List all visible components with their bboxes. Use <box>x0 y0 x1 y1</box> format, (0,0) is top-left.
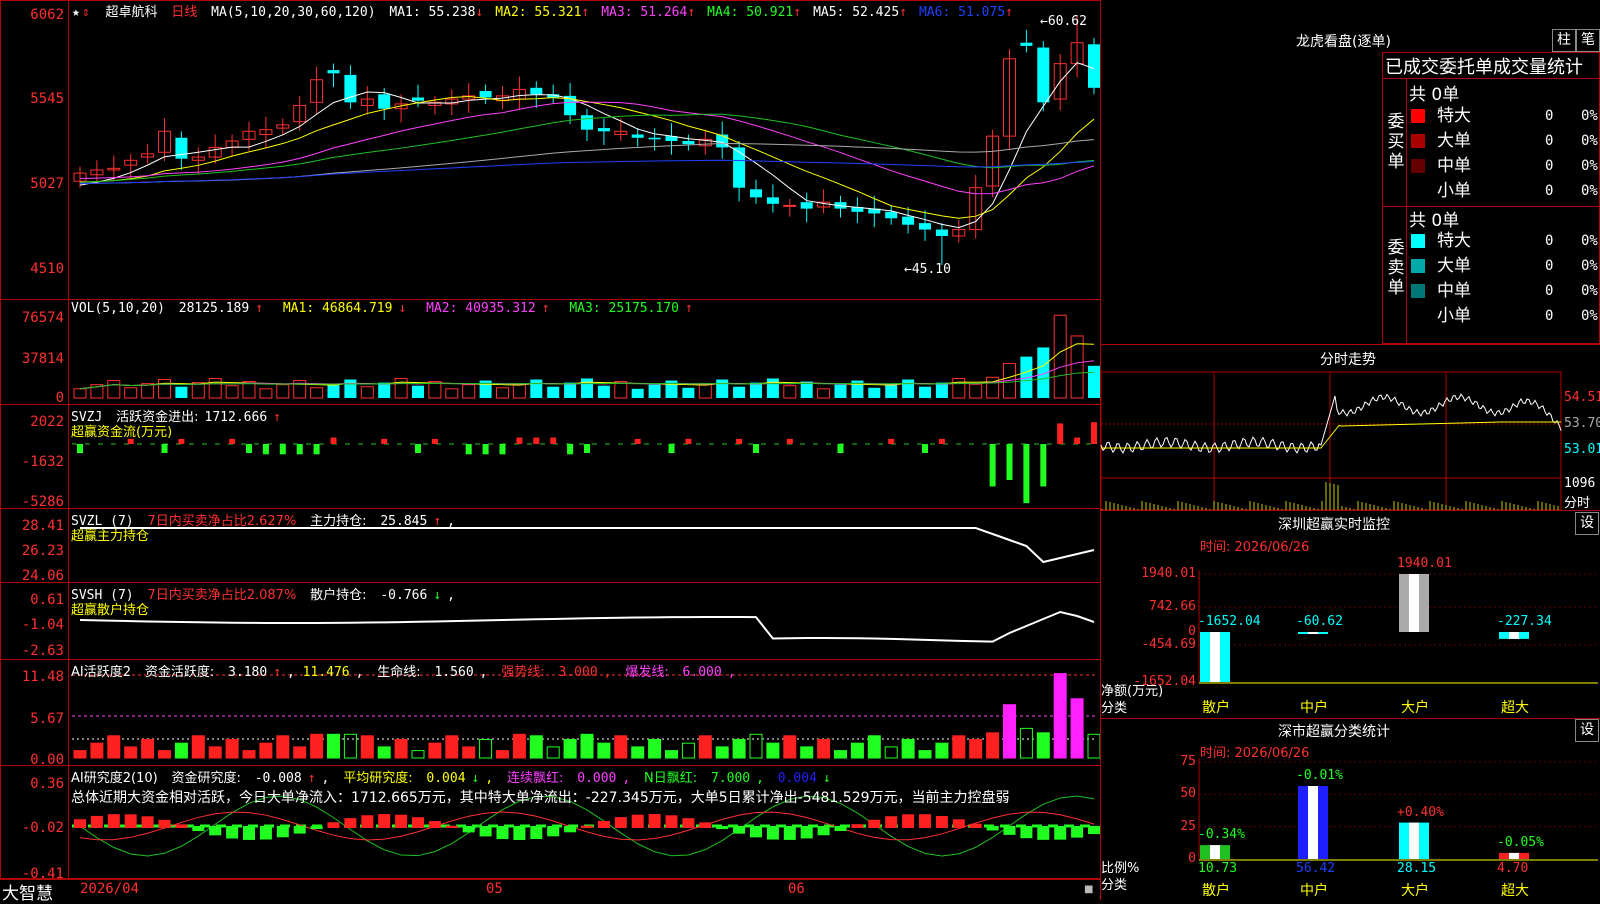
sz-value-label: 1940.01 <box>1397 556 1452 571</box>
class-y-tick: 0 <box>1188 851 1196 866</box>
class-change-label: +0.40% <box>1397 804 1444 820</box>
sz-y-tick: 742.66 <box>1149 599 1196 614</box>
class-category-label: 中户 <box>1300 883 1328 899</box>
sz-category-label: 散户 <box>1202 700 1230 716</box>
class-value-label: 10.73 <box>1198 861 1238 876</box>
class-bar-highlight <box>1509 852 1519 859</box>
class-bar-highlight <box>1308 786 1318 859</box>
class-change-label: -0.05% <box>1497 834 1544 850</box>
sz-y-tick: -454.69 <box>1141 637 1196 652</box>
sz-value-label: -1652.04 <box>1198 614 1261 629</box>
class-y-tick: 25 <box>1180 818 1196 834</box>
class-change-label: -0.34% <box>1198 827 1245 843</box>
sz-y-tick: -1652.04 <box>1133 674 1196 689</box>
class-bar-中户 <box>1298 786 1328 859</box>
sz-y-tick: 1940.01 <box>1141 566 1196 581</box>
sz-category-label: 中户 <box>1300 700 1328 716</box>
class-change-label: -0.01% <box>1296 768 1343 784</box>
class-y-tick: 50 <box>1180 786 1196 802</box>
class-bar-超大 <box>1499 852 1529 859</box>
class-bar-highlight <box>1409 822 1419 859</box>
sz-class-chart <box>1198 758 1598 861</box>
class-value-label: 28.15 <box>1397 861 1437 876</box>
sz-value-label: -60.62 <box>1296 614 1343 629</box>
class-bar-highlight <box>1210 845 1220 859</box>
sz-category-label: 大户 <box>1401 700 1429 716</box>
class-category-label: 散户 <box>1202 883 1230 899</box>
class-value-label: 4.70 <box>1497 861 1529 876</box>
class-y-tick: 75 <box>1180 754 1196 769</box>
class-value-label: 56.42 <box>1296 861 1336 876</box>
class-category-label: 超大 <box>1501 883 1529 899</box>
class-bar-大户 <box>1399 822 1429 859</box>
sz-category-label: 超大 <box>1501 700 1529 716</box>
class-category-label: 大户 <box>1401 883 1429 899</box>
sz-value-label: -227.34 <box>1497 614 1552 629</box>
class-bar-散户 <box>1200 845 1230 859</box>
